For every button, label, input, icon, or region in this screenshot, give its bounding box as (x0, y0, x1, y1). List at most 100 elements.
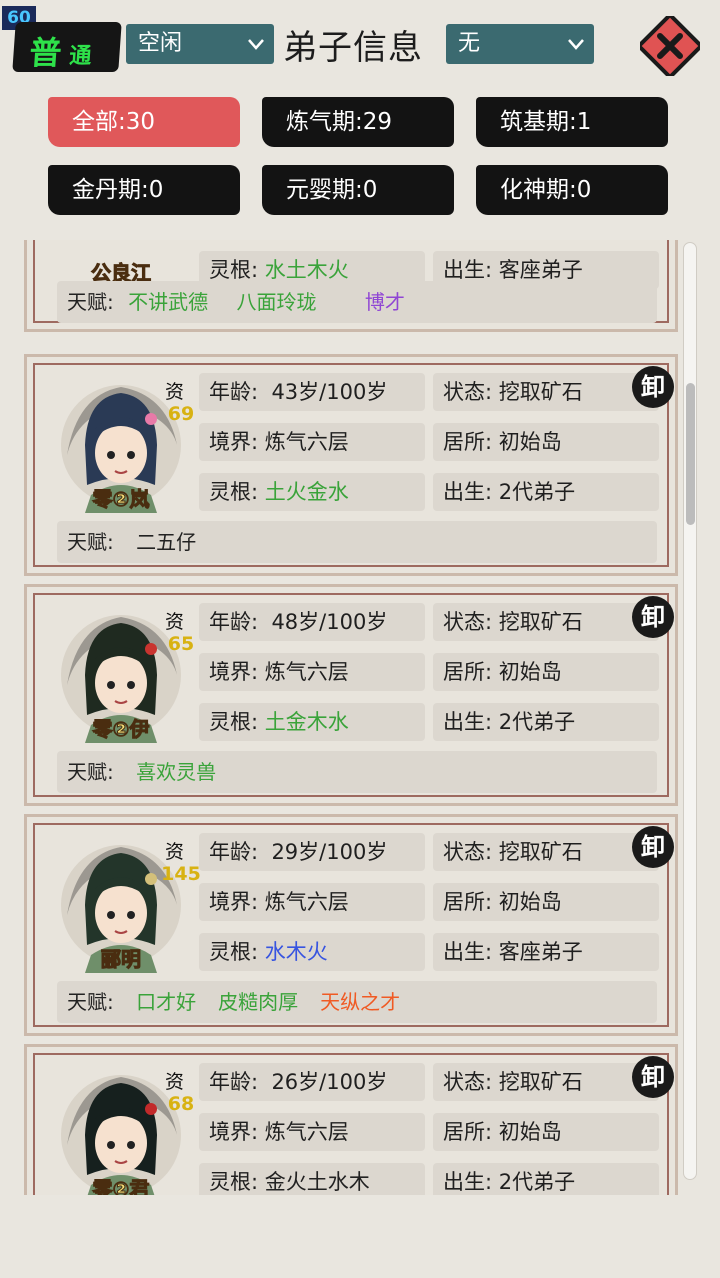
age-field: 年龄: 48岁/100岁 (199, 603, 425, 641)
spirit-root-field: 灵根: 土金木水 (199, 703, 425, 741)
status-value: 挖取矿石 (498, 380, 583, 404)
disciple-list[interactable]: 公良江 灵根: 水土木火 出生: 客座弟子 天赋: 不讲武德 八面玲珑 博才 资… (0, 240, 720, 1195)
aptitude-label: 资 (165, 381, 185, 403)
status-field: 状态: 挖取矿石 (433, 603, 659, 641)
status-value: 挖取矿石 (498, 840, 583, 864)
status-field: 状态: 挖取矿石 (433, 833, 659, 871)
residence-field: 居所: 初始岛 (433, 423, 659, 461)
seal-char: 卸 (641, 603, 665, 631)
disciple-card[interactable]: 资 68 零②君 年龄: 26岁/100岁 状态: 挖取矿石 境界: 炼气六层 … (24, 1044, 678, 1195)
age-field: 年龄: 26岁/100岁 (199, 1063, 425, 1101)
talent-tag: 博才 (364, 290, 405, 314)
talent-row: 天赋: 不讲武德 八面玲珑 博才 (57, 281, 657, 323)
dismiss-seal-button[interactable]: 卸 (631, 825, 675, 869)
status-filter-value: 空闲 (138, 31, 183, 56)
mode-badge-char: 通 (68, 44, 93, 69)
scrollbar-thumb[interactable] (686, 383, 695, 525)
birth-value: 2代弟子 (498, 480, 576, 504)
dismiss-seal-button[interactable]: 卸 (631, 595, 675, 639)
birth-field: 出生: 2代弟子 (433, 473, 659, 511)
realm-filter-value: 无 (458, 31, 481, 56)
talent-tag: 天纵之才 (320, 990, 401, 1014)
tab-label: 化神期:0 (500, 177, 592, 203)
talent-tag: 八面玲珑 (236, 290, 317, 314)
realm-field: 境界: 炼气六层 (199, 653, 425, 691)
chevron-down-icon (248, 39, 264, 50)
seal-char: 卸 (641, 373, 665, 401)
talent-tag: 二五仔 (136, 530, 197, 554)
aptitude-label: 资 (165, 1071, 185, 1093)
residence-value: 初始岛 (498, 1120, 562, 1144)
status-field: 状态: 挖取矿石 (433, 1063, 659, 1101)
tab-golden-core[interactable]: 金丹期:0 (48, 165, 240, 215)
disciple-card[interactable]: 公良江 灵根: 水土木火 出生: 客座弟子 天赋: 不讲武德 八面玲珑 博才 (24, 240, 678, 332)
aptitude-value: 68 (167, 1093, 195, 1115)
talent-row: 天赋: 二五仔 (57, 521, 657, 563)
birth-value: 客座弟子 (498, 940, 583, 964)
disciple-card[interactable]: 资 145 郦明 年龄: 29岁/100岁 状态: 挖取矿石 境界: 炼气六层 … (24, 814, 678, 1036)
disciple-name: 零②伊 (92, 717, 150, 742)
residence-value: 初始岛 (498, 890, 562, 914)
spirit-root-value: 水土木火 (264, 258, 349, 282)
talent-row: 天赋: 喜欢灵兽 (57, 751, 657, 793)
tab-qi-refining[interactable]: 炼气期:29 (262, 97, 454, 147)
aptitude-value: 65 (167, 633, 195, 655)
realm-field: 境界: 炼气六层 (199, 883, 425, 921)
tab-spirit-severing[interactable]: 化神期:0 (476, 165, 668, 215)
birth-value: 客座弟子 (498, 258, 583, 282)
spirit-root-field: 灵根: 金火土水木 (199, 1163, 425, 1195)
mode-badge[interactable]: 普 通 (12, 22, 122, 72)
spirit-root-value: 金火土水木 (264, 1170, 370, 1194)
realm-value: 炼气六层 (264, 1120, 349, 1144)
residence-field: 居所: 初始岛 (433, 653, 659, 691)
tab-label: 筑基期:1 (500, 109, 592, 135)
realm-value: 炼气六层 (264, 660, 349, 684)
talent-tag: 皮糙肉厚 (218, 990, 299, 1014)
close-button[interactable] (640, 16, 700, 76)
age-field: 年龄: 29岁/100岁 (199, 833, 425, 871)
status-field: 状态: 挖取矿石 (433, 373, 659, 411)
disciple-name: 零②君 (92, 1177, 150, 1196)
age-value: 48岁/100岁 (271, 610, 388, 634)
chevron-down-icon (568, 39, 584, 50)
age-value: 43岁/100岁 (271, 380, 388, 404)
scrollbar[interactable] (683, 242, 697, 1180)
birth-field: 出生: 2代弟子 (433, 1163, 659, 1195)
tab-nascent-soul[interactable]: 元婴期:0 (262, 165, 454, 215)
age-field: 年龄: 43岁/100岁 (199, 373, 425, 411)
age-value: 26岁/100岁 (271, 1070, 388, 1094)
dismiss-seal-button[interactable]: 卸 (631, 365, 675, 409)
tab-all[interactable]: 全部:30 (48, 97, 240, 147)
birth-field: 出生: 2代弟子 (433, 703, 659, 741)
aptitude-label: 资 (165, 611, 185, 633)
spirit-root-field: 灵根: 水木火 (199, 933, 425, 971)
seal-char: 卸 (641, 1063, 665, 1091)
mode-badge-char: 普 (28, 34, 63, 72)
talent-row: 天赋: 口才好 皮糙肉厚 天纵之才 (57, 981, 657, 1023)
residence-value: 初始岛 (498, 660, 562, 684)
residence-field: 居所: 初始岛 (433, 883, 659, 921)
age-value: 29岁/100岁 (271, 840, 388, 864)
talent-tag: 口才好 (136, 990, 197, 1014)
residence-field: 居所: 初始岛 (433, 1113, 659, 1151)
talent-tag: 喜欢灵兽 (136, 760, 217, 784)
spirit-root-value: 土火金水 (264, 480, 349, 504)
aptitude-label: 资 (165, 841, 185, 863)
disciple-name: 零②岚 (92, 487, 150, 512)
realm-value: 炼气六层 (264, 890, 349, 914)
residence-value: 初始岛 (498, 430, 562, 454)
tab-label: 金丹期:0 (72, 177, 164, 203)
tab-label: 炼气期:29 (286, 109, 393, 135)
page-title: 弟子信息 (283, 28, 423, 68)
realm-field: 境界: 炼气六层 (199, 423, 425, 461)
status-filter-dropdown[interactable]: 空闲 (126, 24, 274, 64)
birth-value: 2代弟子 (498, 710, 576, 734)
birth-field: 出生: 客座弟子 (433, 933, 659, 971)
tab-label: 元婴期:0 (286, 177, 378, 203)
realm-filter-dropdown[interactable]: 无 (446, 24, 594, 64)
disciple-card[interactable]: 资 65 零②伊 年龄: 48岁/100岁 状态: 挖取矿石 境界: 炼气六层 … (24, 584, 678, 806)
disciple-card[interactable]: 资 69 零②岚 年龄: 43岁/100岁 状态: 挖取矿石 境界: 炼气六层 … (24, 354, 678, 576)
spirit-root-value: 土金木水 (264, 710, 349, 734)
tab-foundation[interactable]: 筑基期:1 (476, 97, 668, 147)
dismiss-seal-button[interactable]: 卸 (631, 1055, 675, 1099)
